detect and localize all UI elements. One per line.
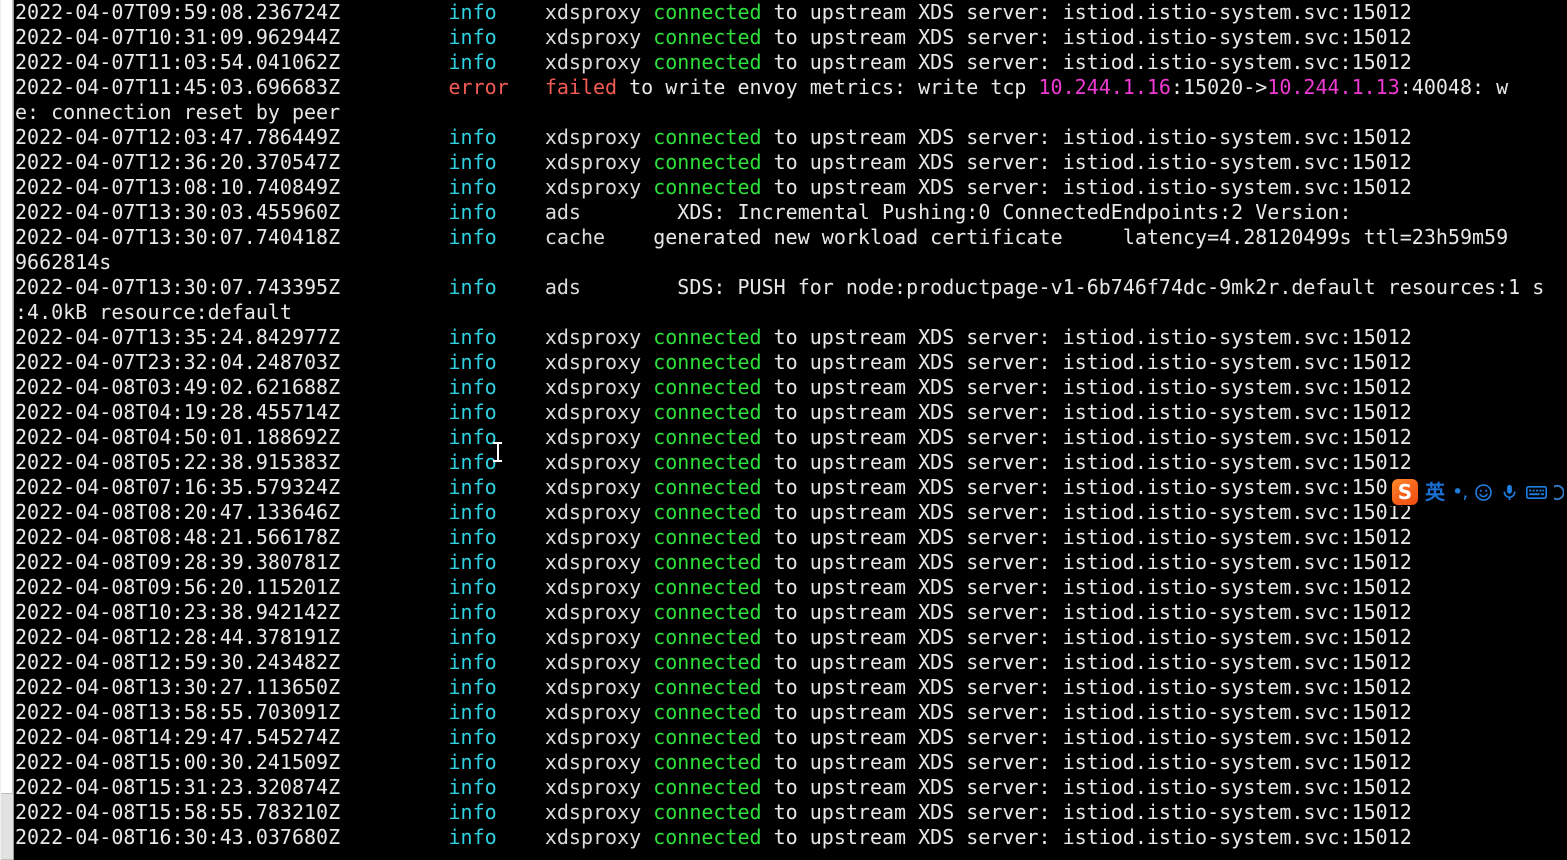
vertical-scrollbar[interactable] [0, 0, 14, 860]
ime-emoji-icon[interactable] [1474, 479, 1493, 505]
terminal-window: 2022-04-07T09:27:17.556112Z info xdsprox… [0, 0, 1567, 860]
ime-punctuation-mode-icon[interactable]: •, [1452, 479, 1468, 505]
log-line: 2022-04-07T12:36:20.370547Z info xdsprox… [15, 150, 1412, 174]
log-line: 2022-04-08T12:28:44.378191Z info xdsprox… [15, 625, 1412, 649]
log-line: 2022-04-08T07:16:35.579324Z info xdsprox… [15, 475, 1412, 499]
log-line: 2022-04-08T15:58:55.783210Z info xdsprox… [15, 800, 1412, 824]
log-line: 2022-04-08T12:59:30.243482Z info xdsprox… [15, 650, 1412, 674]
log-line: 2022-04-07T10:31:09.962944Z info xdsprox… [15, 25, 1412, 49]
log-line: 2022-04-08T13:58:55.703091Z info xdsprox… [15, 700, 1412, 724]
ime-soft-keyboard-icon[interactable] [1526, 479, 1548, 505]
ime-toolbox-icon[interactable] [1554, 479, 1565, 505]
log-line: 2022-04-08T08:48:21.566178Z info xdsprox… [15, 525, 1412, 549]
log-line: 2022-04-08T03:49:02.621688Z info xdsprox… [15, 375, 1412, 399]
log-line: 2022-04-07T23:32:04.248703Z info xdsprox… [15, 350, 1412, 374]
log-line: 2022-04-08T04:19:28.455714Z info xdsprox… [15, 400, 1412, 424]
log-line-continuation: 9662814s [15, 250, 112, 274]
log-line: 2022-04-08T09:28:39.380781Z info xdsprox… [15, 550, 1412, 574]
log-line: 2022-04-07T11:45:03.696683Z error failed… [15, 75, 1509, 99]
log-line: 2022-04-07T11:03:54.041062Z info xdsprox… [15, 50, 1412, 74]
scrollbar-thumb[interactable] [1, 0, 13, 793]
log-line: 2022-04-07T12:03:47.786449Z info xdsprox… [15, 125, 1412, 149]
log-line: 2022-04-08T15:00:30.241509Z info xdsprox… [15, 750, 1412, 774]
log-line-continuation: e: connection reset by peer [15, 100, 341, 124]
log-line: 2022-04-07T13:30:03.455960Z info ads XDS… [15, 200, 1352, 224]
sogou-logo-icon[interactable]: S [1392, 479, 1418, 505]
scrollbar-lower-track[interactable] [1, 793, 13, 860]
ime-language-mode-icon[interactable]: 英 [1425, 479, 1445, 505]
log-line: 2022-04-08T14:29:47.545274Z info xdsprox… [15, 725, 1412, 749]
log-line: 2022-04-07T09:59:08.236724Z info xdsprox… [15, 0, 1412, 24]
log-line: 2022-04-08T13:30:27.113650Z info xdsprox… [15, 675, 1412, 699]
log-line: 2022-04-07T13:30:07.740418Z info cache g… [15, 225, 1509, 249]
log-line: 2022-04-08T09:56:20.115201Z info xdsprox… [15, 575, 1412, 599]
ime-voice-input-icon[interactable] [1500, 479, 1519, 505]
log-line-continuation: :4.0kB resource:default [15, 300, 292, 324]
log-line: 2022-04-07T13:35:24.842977Z info xdsprox… [15, 325, 1412, 349]
sogou-ime-toolbar[interactable]: S 英 •, [1388, 478, 1567, 506]
log-line: 2022-04-08T05:22:38.915383Z info xdsprox… [15, 450, 1412, 474]
log-line: 2022-04-08T08:20:47.133646Z info xdsprox… [15, 500, 1412, 524]
log-line: 2022-04-08T15:31:23.320874Z info xdsprox… [15, 775, 1412, 799]
log-line: 2022-04-08T10:23:38.942142Z info xdsprox… [15, 600, 1412, 624]
log-line: 2022-04-07T13:08:10.740849Z info xdsprox… [15, 175, 1412, 199]
log-line: 2022-04-07T13:30:07.743395Z info ads SDS… [15, 275, 1545, 299]
log-line: 2022-04-08T04:50:01.188692Z info xdsprox… [15, 425, 1412, 449]
terminal-output[interactable]: 2022-04-07T09:59:08.236724Z info xdsprox… [15, 0, 1567, 860]
shell-prompt-line[interactable]: [root@master istio-1.13.2]# kubectl logs… [15, 848, 1567, 860]
log-line: 2022-04-08T16:30:43.037680Z info xdsprox… [15, 825, 1412, 849]
